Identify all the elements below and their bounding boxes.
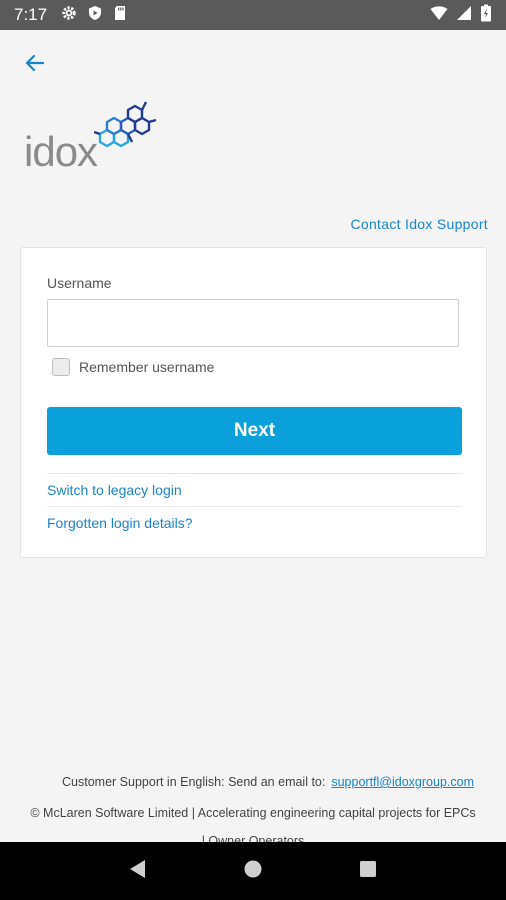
gear-icon xyxy=(61,5,77,26)
arrow-left-icon xyxy=(23,51,47,80)
logo-hexagon-mark xyxy=(94,101,157,148)
legacy-login-link[interactable]: Switch to legacy login xyxy=(47,482,182,498)
sd-card-icon xyxy=(113,5,127,26)
home-circle-icon xyxy=(243,859,263,884)
idox-logo: idox xyxy=(24,98,164,178)
divider xyxy=(47,473,462,474)
remember-username-checkbox[interactable] xyxy=(52,358,70,376)
contact-support-link[interactable]: Contact Idox Support xyxy=(350,216,488,232)
footer-support: Customer Support in English: Send an ema… xyxy=(0,775,506,789)
divider xyxy=(47,506,462,507)
status-icons-left xyxy=(61,5,127,26)
navigation-bar xyxy=(0,842,506,900)
username-input[interactable] xyxy=(47,299,459,347)
nav-recents-button[interactable] xyxy=(350,853,386,889)
support-email-link[interactable]: supportfl@idoxgroup.com xyxy=(331,775,474,789)
login-card: Username Remember username Next Switch t… xyxy=(20,247,487,558)
battery-icon xyxy=(480,4,492,27)
forgotten-login-link[interactable]: Forgotten login details? xyxy=(47,515,193,531)
wifi-icon xyxy=(430,5,448,26)
nav-home-button[interactable] xyxy=(235,853,271,889)
recents-square-icon xyxy=(358,859,378,884)
back-triangle-icon xyxy=(128,858,148,885)
signal-icon xyxy=(456,5,472,26)
status-bar: 7:17 xyxy=(0,0,506,30)
logo-text: idox xyxy=(24,128,98,175)
remember-username-label: Remember username xyxy=(79,359,215,375)
remember-username-row[interactable]: Remember username xyxy=(52,358,214,376)
back-button[interactable] xyxy=(20,50,50,80)
support-text: Customer Support in English: Send an ema… xyxy=(62,775,326,789)
footer-copyright: © McLaren Software Limited | Acceleratin… xyxy=(30,806,476,820)
username-label: Username xyxy=(47,275,112,291)
shield-play-icon xyxy=(87,5,103,26)
status-time: 7:17 xyxy=(14,5,48,24)
next-button[interactable]: Next xyxy=(47,407,462,455)
nav-back-button[interactable] xyxy=(120,853,156,889)
footer-cut-line: | Owner Operators xyxy=(201,834,305,842)
status-icons-right xyxy=(430,4,492,27)
